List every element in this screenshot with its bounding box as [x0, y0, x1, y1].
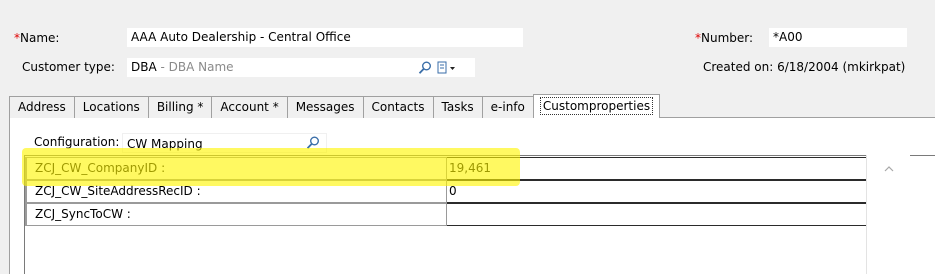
configuration-label: Configuration: [34, 135, 120, 149]
name-field[interactable]: AAA Auto Dealership - Central Office [126, 27, 524, 48]
tab-strip: Address Locations Billing * Account * Me… [9, 94, 661, 118]
tab-billing[interactable]: Billing * [147, 96, 213, 118]
tab-address[interactable]: Address [9, 96, 75, 118]
property-name: ZCJ_SyncToCW : [25, 203, 447, 226]
scroll-up-icon[interactable] [883, 163, 895, 177]
property-value-input[interactable]: 19,461 [447, 157, 867, 180]
tab-tasks[interactable]: Tasks [432, 96, 483, 118]
search-icon[interactable] [417, 60, 433, 76]
customer-type-label: Customer type: [22, 60, 115, 74]
property-value-input[interactable] [447, 203, 867, 226]
property-grid: ZCJ_CW_CompanyID : 19,461 ZCJ_CW_SiteAdd… [24, 155, 935, 274]
customer-type-code: DBA [131, 60, 157, 74]
tab-messages[interactable]: Messages [286, 96, 364, 118]
lookup-dropdown-icon[interactable] [435, 60, 455, 76]
tab-customproperties[interactable]: Customproperties [532, 94, 661, 118]
property-name: ZCJ_CW_CompanyID : [25, 157, 447, 180]
number-field[interactable]: *A00 [768, 27, 908, 48]
number-label: *Number: [695, 31, 754, 45]
configuration-field[interactable]: CW Mapping [122, 133, 327, 153]
configuration-search-icon[interactable] [305, 135, 321, 151]
grid-scrollbar[interactable] [866, 155, 910, 274]
tab-account[interactable]: Account * [211, 96, 288, 118]
tab-contacts[interactable]: Contacts [362, 96, 434, 118]
tab-locations[interactable]: Locations [73, 96, 149, 118]
created-on-label: Created on: 6/18/2004 (mkirkpat) [703, 60, 906, 74]
property-value-input[interactable]: 0 [447, 180, 867, 203]
name-label: *Name: [14, 31, 60, 45]
customer-type-desc: - DBA Name [156, 60, 234, 74]
customer-type-field[interactable]: DBA - DBA Name [126, 57, 476, 78]
property-name: ZCJ_CW_SiteAddressRecID : [25, 180, 447, 203]
tab-e-info[interactable]: e-info [481, 96, 534, 118]
